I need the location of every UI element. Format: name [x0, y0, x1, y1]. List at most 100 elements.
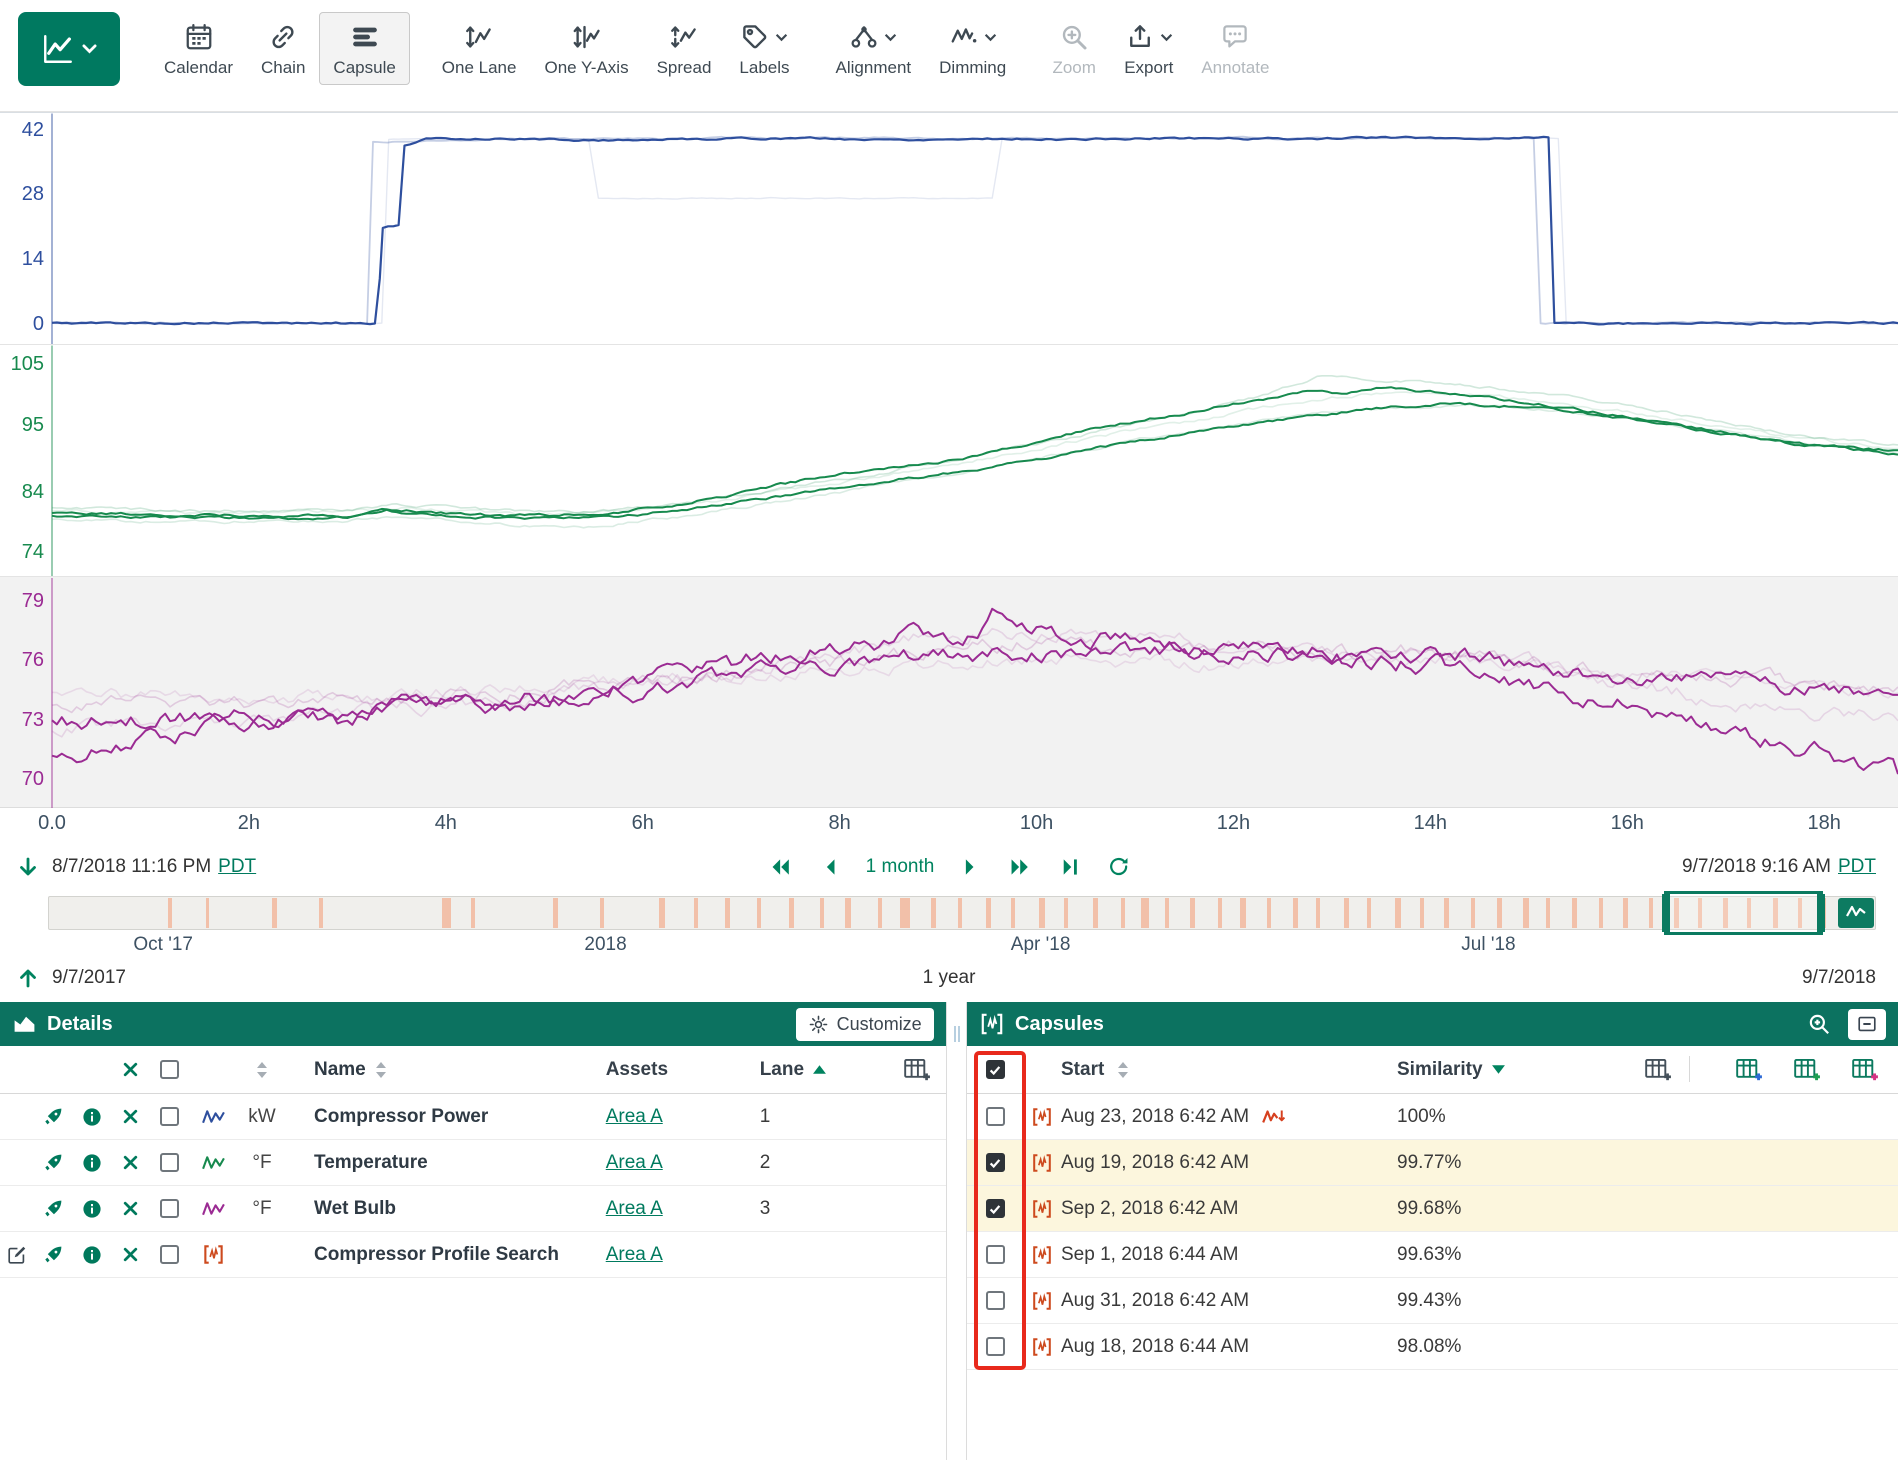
details-table-row[interactable]: °F Wet Bulb Area A 3 — [0, 1186, 946, 1232]
select-all-capsules-checkbox[interactable] — [986, 1060, 1005, 1079]
remove-icon[interactable] — [122, 1200, 139, 1217]
range-start-timezone-link[interactable]: PDT — [218, 856, 256, 878]
range-duration-button[interactable]: 1 month — [866, 856, 935, 878]
rocket-icon[interactable] — [43, 1152, 64, 1173]
panel-resize-handle[interactable] — [946, 1002, 967, 1460]
asset-link[interactable]: Area A — [606, 1106, 663, 1128]
sort-icon-column-button[interactable] — [255, 1060, 269, 1080]
asset-link[interactable]: Area A — [606, 1198, 663, 1220]
y-axis-tick: 0 — [0, 312, 44, 336]
rocket-icon[interactable] — [43, 1106, 64, 1127]
overview-bar[interactable] — [48, 896, 1876, 930]
remove-all-button[interactable] — [122, 1061, 139, 1078]
info-icon[interactable] — [82, 1199, 102, 1219]
capsule-checkbox[interactable] — [986, 1199, 1005, 1218]
magnifier-plus-icon — [1806, 1011, 1832, 1037]
toolbar-calendar-button[interactable]: Calendar — [150, 12, 247, 85]
step-forward-half-button[interactable] — [1004, 852, 1034, 882]
refresh-button[interactable] — [1104, 853, 1132, 881]
select-all-checkbox[interactable] — [160, 1060, 179, 1079]
trend-view-dropdown[interactable] — [18, 12, 120, 86]
sort-neutral-icon — [1116, 1060, 1130, 1080]
details-table-row[interactable]: kW Compressor Power Area A 1 — [0, 1094, 946, 1140]
dimming-icon — [949, 22, 979, 52]
capsule-row[interactable]: Aug 31, 2018 6:42 AM 99.43% — [967, 1278, 1898, 1324]
capsule-checkbox[interactable] — [986, 1337, 1005, 1356]
step-back-half-button[interactable] — [766, 852, 796, 882]
rocket-icon[interactable] — [43, 1244, 64, 1265]
info-icon[interactable] — [82, 1153, 102, 1173]
remove-icon[interactable] — [122, 1154, 139, 1171]
y-axis-tick: 74 — [0, 540, 44, 564]
capsule-start: Sep 2, 2018 6:42 AM — [1061, 1198, 1238, 1220]
lane-compressor-power[interactable]: 4228140 — [0, 112, 1898, 344]
edit-icon[interactable] — [6, 1244, 28, 1266]
add-capsule-column-button[interactable] — [1643, 1056, 1673, 1083]
capsule-checkbox[interactable] — [986, 1107, 1005, 1126]
lane-wet-bulb[interactable]: 79767370 — [0, 576, 1898, 808]
toolbar-chain-button[interactable]: Chain — [247, 12, 319, 85]
overview-capsule-mark — [1240, 898, 1246, 928]
step-back-button[interactable] — [816, 852, 846, 882]
row-checkbox[interactable] — [160, 1107, 179, 1126]
overview-capsule-mark — [1165, 898, 1169, 928]
step-forward-button[interactable] — [954, 852, 984, 882]
spread-icon — [669, 22, 699, 52]
y-axis-tick: 73 — [0, 708, 44, 732]
column-header-assets[interactable]: Assets — [606, 1059, 746, 1081]
customize-button[interactable]: Customize — [796, 1008, 934, 1041]
add-property-column-button[interactable] — [1850, 1056, 1880, 1083]
rocket-icon[interactable] — [43, 1198, 64, 1219]
row-checkbox[interactable] — [160, 1153, 179, 1172]
row-checkbox[interactable] — [160, 1245, 179, 1264]
capsule-row[interactable]: Aug 23, 2018 6:42 AM 100% — [967, 1094, 1898, 1140]
remove-icon[interactable] — [122, 1246, 139, 1263]
details-table-row[interactable]: °F Temperature Area A 2 — [0, 1140, 946, 1186]
toolbar-capsule-button[interactable]: Capsule — [319, 12, 409, 85]
column-header-start[interactable]: Start — [1061, 1059, 1397, 1081]
capsule-checkbox[interactable] — [986, 1245, 1005, 1264]
column-header-name[interactable]: Name — [288, 1059, 606, 1081]
capsule-row[interactable]: Aug 18, 2018 6:44 AM 98.08% — [967, 1324, 1898, 1370]
toolbar-alignment-button[interactable]: Alignment — [822, 12, 926, 85]
lane-temperature[interactable]: 105958474 — [0, 344, 1898, 576]
add-column-button[interactable] — [902, 1056, 932, 1083]
capsule-checkbox[interactable] — [986, 1153, 1005, 1172]
toolbar-one-y-axis-button[interactable]: One Y-Axis — [530, 12, 642, 85]
step-to-end-button[interactable] — [1054, 852, 1084, 882]
collapse-panel-button[interactable] — [1848, 1009, 1886, 1040]
capsule-checkbox[interactable] — [986, 1291, 1005, 1310]
column-header-similarity[interactable]: Similarity — [1397, 1059, 1643, 1081]
asset-link[interactable]: Area A — [606, 1152, 663, 1174]
add-signal-stat-column-button[interactable] — [1734, 1056, 1764, 1083]
asset-link[interactable]: Area A — [606, 1244, 663, 1266]
tag-icon — [740, 22, 770, 52]
remove-icon[interactable] — [122, 1108, 139, 1125]
row-checkbox[interactable] — [160, 1199, 179, 1218]
range-end-timezone-link[interactable]: PDT — [1838, 856, 1876, 878]
overview-capsule-toggle-button[interactable] — [1838, 898, 1874, 928]
expand-range-start-button[interactable] — [14, 853, 42, 881]
info-icon[interactable] — [82, 1107, 102, 1127]
area-chart-icon — [12, 1012, 37, 1037]
capsule-row[interactable]: Sep 1, 2018 6:44 AM 99.63% — [967, 1232, 1898, 1278]
capsule-row[interactable]: Aug 19, 2018 6:42 AM 99.77% — [967, 1140, 1898, 1186]
toolbar-labels-button[interactable]: Labels — [725, 12, 803, 85]
info-icon[interactable] — [82, 1245, 102, 1265]
toolbar-spread-button[interactable]: Spread — [643, 12, 726, 85]
condition-icon — [1031, 1290, 1053, 1312]
capsule-row[interactable]: Sep 2, 2018 6:42 AM 99.68% — [967, 1186, 1898, 1232]
overview-selection[interactable] — [1664, 891, 1823, 935]
toolbar-one-lane-button[interactable]: One Lane — [428, 12, 531, 85]
overview-capsule-mark — [1444, 898, 1449, 928]
add-condition-stat-column-button[interactable] — [1792, 1056, 1822, 1083]
condition-icon — [1031, 1336, 1053, 1358]
column-header-lane[interactable]: Lane — [746, 1059, 846, 1081]
zoom-to-capsule-button[interactable] — [1800, 1009, 1838, 1040]
toolbar-dimming-button[interactable]: Dimming — [925, 12, 1020, 85]
shrink-range-button[interactable] — [14, 964, 42, 992]
double-right-icon — [1006, 854, 1032, 880]
refresh-icon — [1106, 855, 1130, 879]
toolbar-export-button[interactable]: Export — [1110, 12, 1187, 85]
details-table-row[interactable]: Compressor Profile Search Area A — [0, 1232, 946, 1278]
